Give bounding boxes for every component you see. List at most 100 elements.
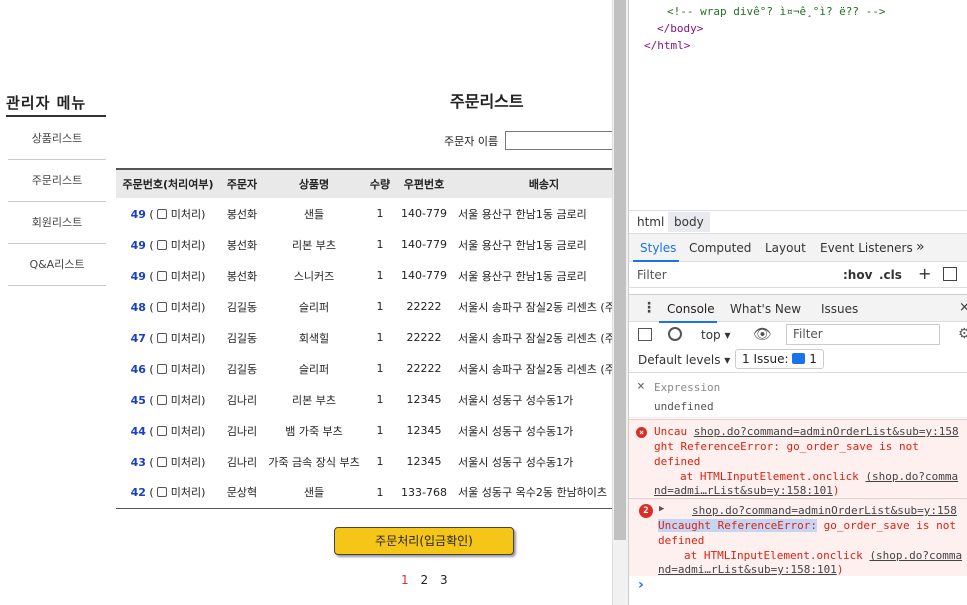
column-header-quantity: 수량	[364, 168, 396, 198]
error-1-message-cont: defined	[654, 455, 701, 468]
element-breadcrumb: html body	[629, 210, 967, 234]
hov-toggle[interactable]: :hov	[843, 268, 872, 282]
console-filter-input[interactable]: Filter	[786, 324, 940, 345]
tab-console[interactable]: Console	[667, 302, 715, 316]
error-1-source-link[interactable]: shop.do?command=adminOrderList&sub=y:158	[694, 425, 959, 438]
address-cell: 서울 용산구 한남1동 금로리	[458, 269, 587, 283]
repeat-count-badge: 2	[639, 504, 653, 518]
product-cell: 가죽 금속 장식 부츠	[268, 455, 360, 469]
show-sidebar-icon[interactable]	[638, 328, 652, 341]
orderer-name-input[interactable]	[505, 131, 612, 150]
page-link-1[interactable]: 1	[401, 573, 409, 587]
breadcrumb-html[interactable]: html	[637, 215, 664, 229]
address-cell: 서울시 성동구 성수동1가	[458, 424, 574, 438]
drawer-menu-icon[interactable]: ⋮	[642, 300, 656, 316]
process-checkbox[interactable]	[157, 363, 168, 374]
source-line-html-close[interactable]: </html>	[644, 39, 690, 52]
status-label: 미처리	[170, 207, 202, 221]
console-error-1: × Uncau shop.do?command=adminOrderList&s…	[629, 419, 967, 497]
error-2-stack-link-cont[interactable]: nd=admi…rList&sub=y:158:101	[658, 563, 837, 576]
expression-label[interactable]: Expression	[654, 381, 720, 394]
error-1-stack-link-cont[interactable]: nd=admi…rList&sub=y:158:101	[654, 484, 833, 497]
expand-arrow-icon[interactable]: ▶	[659, 504, 664, 514]
sidebar-item-qna[interactable]: Q&A리스트	[8, 244, 106, 286]
source-line-body-close[interactable]: </body>	[657, 22, 703, 35]
toggle-sidebar-icon[interactable]	[943, 267, 957, 281]
order-number-cell: 47 ( 미처리)	[130, 331, 206, 345]
zipcode-cell: 133-768	[396, 477, 452, 509]
tab-issues[interactable]: Issues	[821, 302, 858, 316]
process-checkbox[interactable]	[157, 270, 168, 281]
process-checkbox[interactable]	[157, 239, 168, 250]
order-number-link[interactable]: 43	[131, 456, 146, 469]
console-settings-gear-icon[interactable]: ⚙	[958, 326, 967, 342]
table-row: 42 ( 미처리) 문상혁 샌들 1 133-768 서울 성동구 옥수2동 한남하이츠	[116, 477, 612, 509]
styles-filter-row: Filter :hov .cls +	[629, 262, 967, 288]
process-checkbox[interactable]	[157, 394, 168, 405]
order-number-link[interactable]: 42	[131, 486, 146, 499]
console-prompt[interactable]: ›	[638, 577, 644, 593]
status-label: 미처리	[170, 455, 202, 469]
cls-toggle[interactable]: .cls	[879, 268, 902, 282]
order-number-link[interactable]: 45	[131, 394, 146, 407]
close-drawer-icon[interactable]: ×	[959, 300, 967, 315]
zipcode-cell: 22222	[406, 300, 442, 313]
order-number-link[interactable]: 49	[131, 239, 146, 252]
sidebar-item-products[interactable]: 상품리스트	[8, 118, 106, 160]
issues-count: 1	[809, 352, 817, 366]
address-cell: 서울시 성동구 성수동1가	[458, 393, 574, 407]
quantity-cell: 1	[376, 300, 384, 313]
tab-whats-new[interactable]: What's New	[730, 302, 801, 316]
context-label: top	[701, 328, 721, 342]
order-number-link[interactable]: 49	[131, 270, 146, 283]
order-number-link[interactable]: 46	[131, 363, 146, 376]
clear-console-icon[interactable]	[668, 327, 682, 341]
process-checkbox[interactable]	[157, 208, 168, 219]
page-link-3[interactable]: 3	[440, 573, 448, 587]
devtools-panel: <!-- wrap divê°? ì¤¬ê¸°ì? ë?? --> </body…	[628, 0, 967, 605]
order-number-link[interactable]: 47	[131, 332, 146, 345]
address-cell: 서울 용산구 한남1동 금로리	[458, 207, 587, 221]
process-checkbox[interactable]	[157, 425, 168, 436]
error-2-source-link[interactable]: shop.do?command=adminOrderList&sub=y:158	[692, 504, 957, 517]
zipcode-cell: 12345	[406, 393, 442, 406]
tab-layout[interactable]: Layout	[765, 241, 806, 255]
product-cell: 리본 부츠	[292, 238, 336, 252]
product-cell: 뱀 가죽 부츠	[285, 424, 343, 438]
new-style-rule-icon[interactable]: +	[918, 264, 931, 283]
process-checkbox[interactable]	[157, 487, 168, 498]
status-label: 미처리	[170, 424, 202, 438]
error-1-stack-link[interactable]: (shop.do?comma	[865, 470, 958, 483]
process-checkbox[interactable]	[157, 332, 168, 343]
zipcode-cell: 140-779	[401, 269, 447, 282]
order-number-cell: 46 ( 미처리)	[130, 362, 206, 376]
order-number-link[interactable]: 49	[131, 208, 146, 221]
tab-styles[interactable]: Styles	[640, 241, 676, 255]
sidebar-title: 관리자 메뉴	[6, 92, 106, 117]
more-tabs-icon[interactable]: »	[916, 239, 925, 255]
process-order-button[interactable]: 주문처리(입금확인)	[334, 527, 514, 555]
order-number-link[interactable]: 44	[131, 425, 146, 438]
page-scrollbar-thumb[interactable]	[614, 0, 626, 540]
context-selector[interactable]: top ▾	[701, 328, 731, 342]
table-row: 49 ( 미처리) 봉선화 스니커즈 1 140-779 서울 용산구 한남1동 금로리	[116, 260, 612, 291]
breadcrumb-body[interactable]: body	[668, 212, 710, 232]
sidebar-item-members[interactable]: 회원리스트	[8, 202, 106, 244]
order-number-link[interactable]: 48	[131, 301, 146, 314]
source-line-comment[interactable]: <!-- wrap divê°? ì¤¬ê¸°ì? ë?? -->	[667, 5, 886, 18]
styles-filter-input[interactable]: Filter	[637, 268, 667, 282]
issues-counter-button[interactable]: 1 Issue: 1	[735, 349, 824, 369]
sidebar-item-orders[interactable]: 주문리스트	[8, 160, 106, 202]
status-label: 미처리	[170, 238, 202, 252]
live-expression-eye-icon[interactable]: 👁	[753, 325, 772, 343]
page-link-2[interactable]: 2	[420, 573, 428, 587]
tab-event-listeners[interactable]: Event Listeners	[820, 241, 913, 255]
remove-expression-icon[interactable]: ×	[637, 379, 645, 394]
process-checkbox[interactable]	[157, 456, 168, 467]
error-2-stack: at HTMLInputElement.onclick	[684, 549, 863, 562]
error-2-stack-link[interactable]: (shop.do?comma	[869, 549, 962, 562]
process-checkbox[interactable]	[157, 301, 168, 312]
product-cell: 리본 부츠	[292, 393, 336, 407]
default-levels-dropdown[interactable]: Default levels ▾	[638, 353, 730, 367]
tab-computed[interactable]: Computed	[689, 241, 751, 255]
